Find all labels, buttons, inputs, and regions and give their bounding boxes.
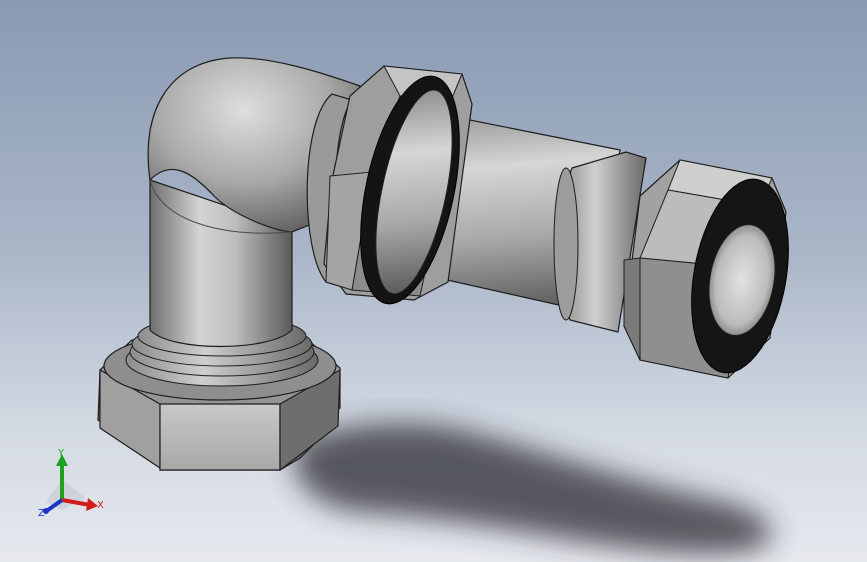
3d-viewport[interactable]: Y X Z [0,0,867,562]
cast-shadow [294,423,772,554]
model-scene[interactable]: Y X Z [0,0,867,562]
triad-y-label: Y [57,448,65,459]
reference-triad[interactable]: Y X Z [38,448,104,519]
triad-x-label: X [97,500,104,511]
triad-z-label: Z [38,508,45,519]
end-hex-nut[interactable] [623,159,802,380]
